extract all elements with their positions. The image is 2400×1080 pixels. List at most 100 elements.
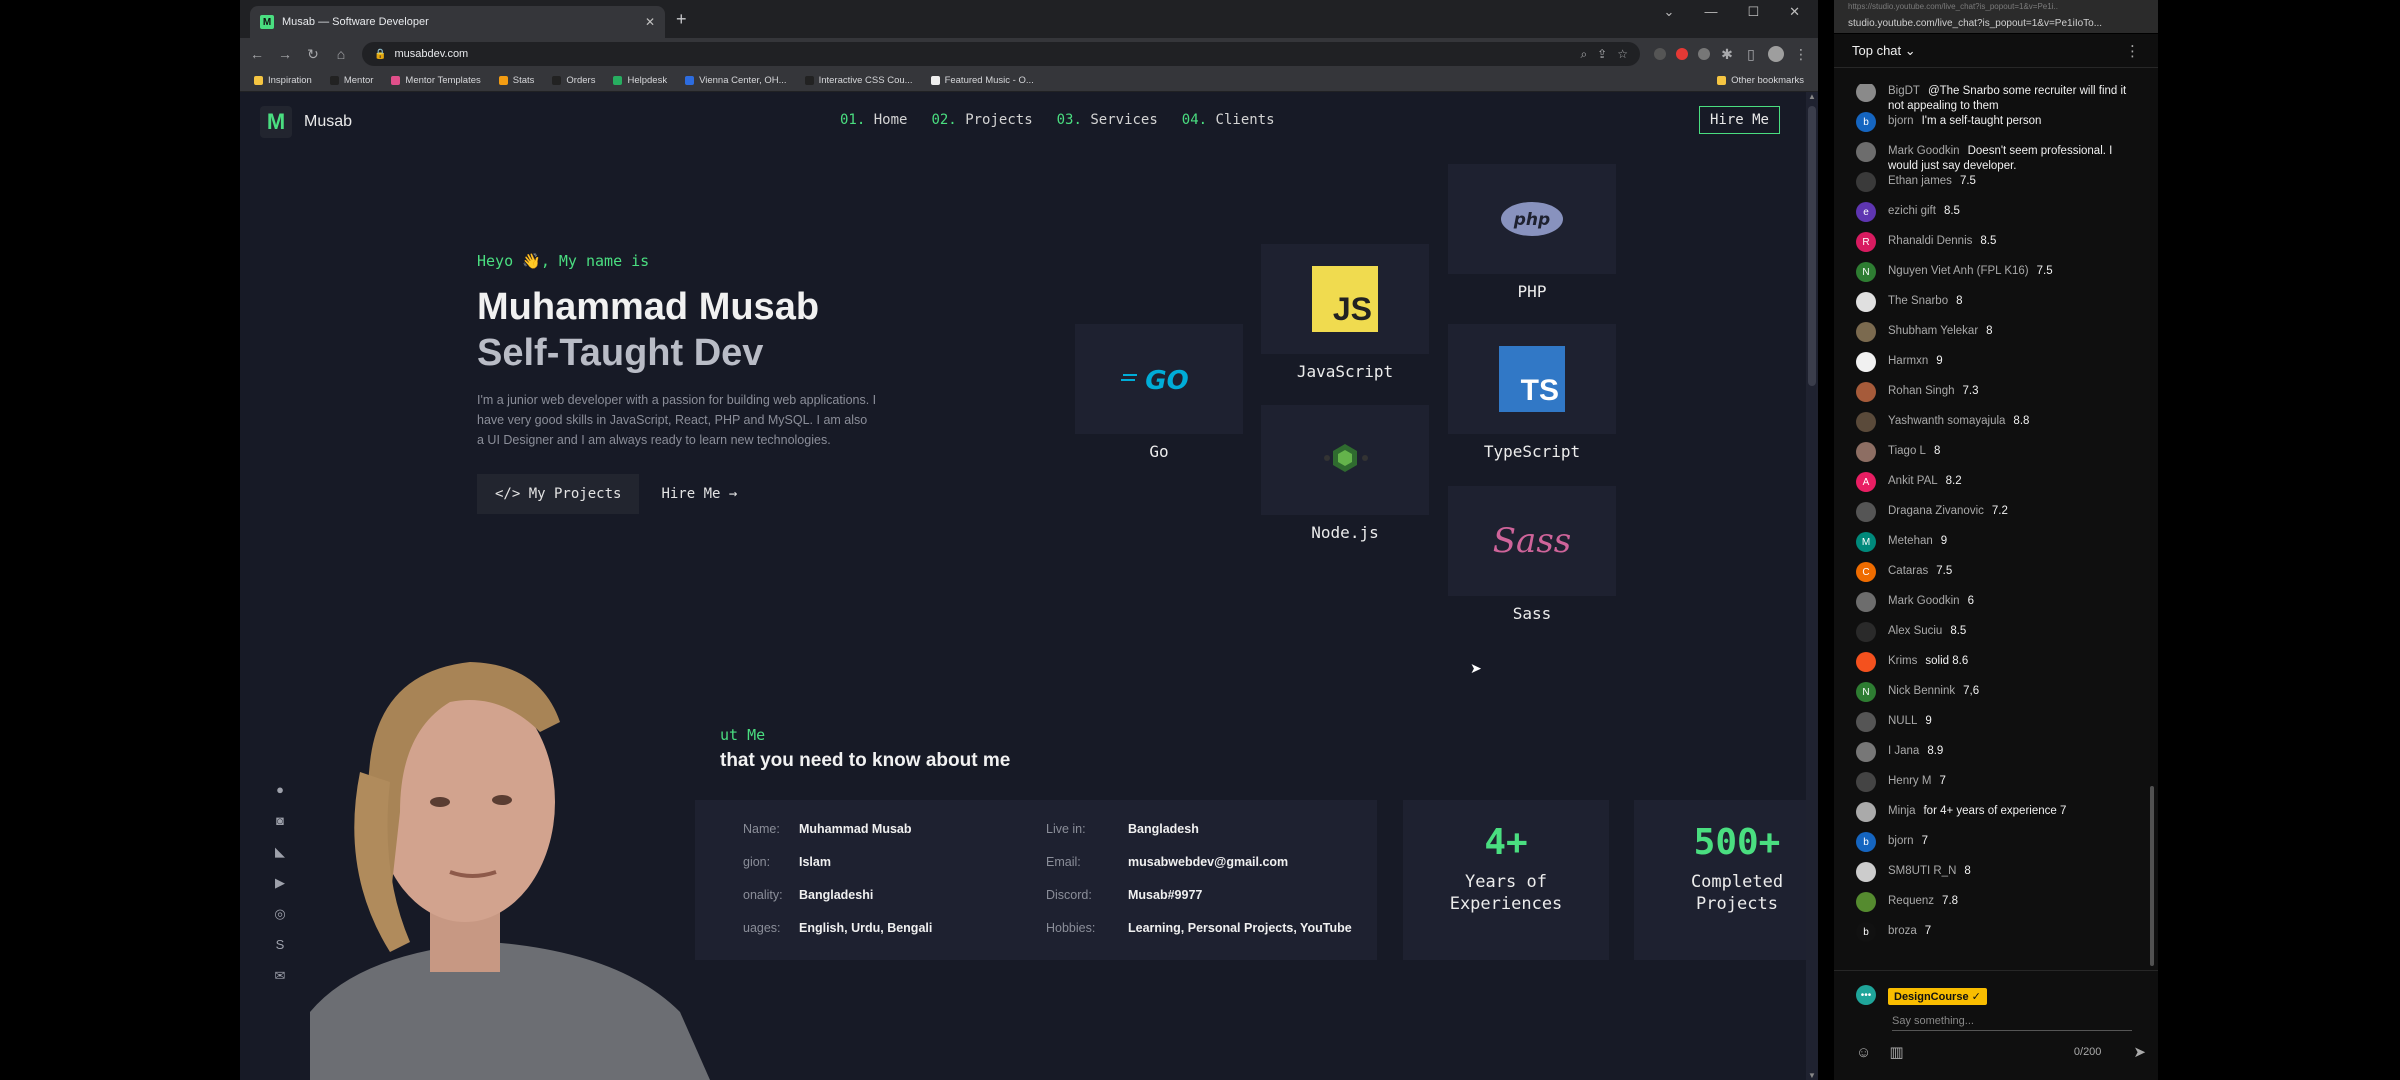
page-scrollbar[interactable]: ▲ ▼ <box>1806 92 1818 1080</box>
site-logo[interactable]: M Musab <box>260 106 352 138</box>
message-author[interactable]: SM8UTI R_N <box>1888 865 1956 877</box>
message-author[interactable]: Ethan james <box>1888 175 1952 187</box>
browser-tab[interactable]: M Musab — Software Developer ✕ <box>250 6 665 38</box>
avatar[interactable] <box>1856 592 1876 612</box>
zoom-icon[interactable]: ⌕ <box>1580 47 1587 62</box>
avatar[interactable]: R <box>1856 232 1876 252</box>
tab-close-icon[interactable]: ✕ <box>645 15 655 29</box>
maximize-icon[interactable]: ☐ <box>1747 4 1759 20</box>
poll-icon[interactable]: ▥ <box>1889 1043 1903 1061</box>
email-link[interactable]: musabwebdev@gmail.com <box>1128 855 1288 869</box>
message-author[interactable]: BigDT <box>1888 85 1920 97</box>
profile-avatar[interactable] <box>1768 46 1784 62</box>
bookmark-item[interactable]: Orders <box>552 75 595 86</box>
message-author[interactable]: Henry M <box>1888 775 1931 787</box>
home-icon[interactable]: ⌂ <box>334 46 348 62</box>
message-author[interactable]: Rhanaldi Dennis <box>1888 235 1972 247</box>
message-author[interactable]: bjorn <box>1888 115 1914 127</box>
hero-hire-button[interactable]: Hire Me → <box>661 486 737 502</box>
message-author[interactable]: Requenz <box>1888 895 1934 907</box>
message-author[interactable]: Yashwanth somayajula <box>1888 415 2005 427</box>
avatar[interactable] <box>1856 142 1876 162</box>
message-author[interactable]: ezichi gift <box>1888 205 1936 217</box>
chevron-down-icon[interactable]: ⌄ <box>1664 4 1675 20</box>
avatar[interactable] <box>1856 892 1876 912</box>
hire-me-button[interactable]: Hire Me <box>1698 106 1780 134</box>
avatar[interactable] <box>1856 772 1876 792</box>
avatar[interactable] <box>1856 442 1876 462</box>
scroll-down-icon[interactable]: ▼ <box>1806 1071 1818 1080</box>
message-author[interactable]: Minja <box>1888 805 1915 817</box>
message-author[interactable]: bjorn <box>1888 835 1914 847</box>
bookmark-item[interactable]: Vienna Center, OH... <box>685 75 787 86</box>
message-author[interactable]: Dragana Zivanovic <box>1888 505 1984 517</box>
nav-home[interactable]: 01. Home <box>840 112 907 128</box>
avatar[interactable] <box>1856 652 1876 672</box>
avatar[interactable]: b <box>1856 832 1876 852</box>
avatar[interactable]: b <box>1856 112 1876 132</box>
reload-icon[interactable]: ↻ <box>306 46 320 63</box>
avatar[interactable] <box>1856 712 1876 732</box>
scroll-up-icon[interactable]: ▲ <box>1806 92 1818 101</box>
message-author[interactable]: Ankit PAL <box>1888 475 1938 487</box>
share-icon[interactable]: ⇪ <box>1597 47 1607 62</box>
puzzle-icon[interactable]: ✱ <box>1720 46 1734 63</box>
message-author[interactable]: The Snarbo <box>1888 295 1948 307</box>
avatar[interactable] <box>1856 382 1876 402</box>
avatar[interactable]: N <box>1856 682 1876 702</box>
message-author[interactable]: Mark Goodkin <box>1888 145 1960 157</box>
nav-services[interactable]: 03. Services <box>1057 112 1158 128</box>
chat-scrollbar[interactable] <box>2150 786 2154 966</box>
address-bar[interactable]: 🔒 musabdev.com ⌕ ⇪ ☆ <box>362 42 1640 66</box>
message-author[interactable]: Nick Bennink <box>1888 685 1955 697</box>
avatar[interactable]: M <box>1856 532 1876 552</box>
avatar[interactable] <box>1856 84 1876 102</box>
bookmark-item[interactable]: Mentor Templates <box>391 75 481 86</box>
nav-clients[interactable]: 04. Clients <box>1182 112 1275 128</box>
avatar[interactable] <box>1856 172 1876 192</box>
extension-icon[interactable] <box>1698 48 1710 60</box>
minimize-icon[interactable]: — <box>1704 4 1717 20</box>
avatar[interactable] <box>1856 862 1876 882</box>
send-icon[interactable]: ➤ <box>2133 1043 2146 1061</box>
message-author[interactable]: Mark Goodkin <box>1888 595 1960 607</box>
back-icon[interactable]: ← <box>250 46 264 62</box>
avatar[interactable] <box>1856 802 1876 822</box>
bookmark-item[interactable]: Featured Music - O... <box>930 75 1034 86</box>
bookmark-item[interactable]: Helpdesk <box>613 75 667 86</box>
extension-icon[interactable] <box>1654 48 1666 60</box>
nav-projects[interactable]: 02. Projects <box>931 112 1032 128</box>
message-author[interactable]: Alex Suciu <box>1888 625 1942 637</box>
avatar[interactable]: b <box>1856 922 1876 942</box>
bookmark-item[interactable]: Inspiration <box>254 75 312 86</box>
avatar[interactable] <box>1856 502 1876 522</box>
new-tab-icon[interactable]: + <box>676 9 687 30</box>
record-icon[interactable] <box>1676 48 1688 60</box>
avatar[interactable]: C <box>1856 562 1876 582</box>
bookmark-item[interactable]: Interactive CSS Cou... <box>804 75 913 86</box>
message-author[interactable]: Shubham Yelekar <box>1888 325 1978 337</box>
avatar[interactable] <box>1856 622 1876 642</box>
chat-mode-selector[interactable]: Top chat ⌄ <box>1852 43 1916 59</box>
menu-icon[interactable]: ⋮ <box>1794 46 1808 63</box>
close-icon[interactable]: ✕ <box>1789 4 1800 20</box>
message-author[interactable]: Metehan <box>1888 535 1933 547</box>
sidebar-icon[interactable]: ▯ <box>1744 46 1758 63</box>
avatar[interactable] <box>1856 742 1876 762</box>
message-author[interactable]: Tiago L <box>1888 445 1926 457</box>
avatar[interactable] <box>1856 292 1876 312</box>
scrollbar-thumb[interactable] <box>1808 106 1816 386</box>
bookmark-item[interactable]: Mentor <box>329 75 373 86</box>
message-author[interactable]: Rohan Singh <box>1888 385 1955 397</box>
avatar[interactable] <box>1856 352 1876 372</box>
message-author[interactable]: I Jana <box>1888 745 1919 757</box>
star-icon[interactable]: ☆ <box>1617 47 1628 62</box>
message-author[interactable]: Harmxn <box>1888 355 1928 367</box>
other-bookmarks[interactable]: Other bookmarks <box>1717 75 1804 86</box>
more-options-icon[interactable]: ⋮ <box>2125 42 2140 60</box>
message-author[interactable]: Cataras <box>1888 565 1928 577</box>
emoji-icon[interactable]: ☺ <box>1856 1044 1871 1061</box>
chat-input[interactable]: Say something... <box>1892 1015 2132 1031</box>
forward-icon[interactable]: → <box>278 46 292 62</box>
message-author[interactable]: NULL <box>1888 715 1917 727</box>
